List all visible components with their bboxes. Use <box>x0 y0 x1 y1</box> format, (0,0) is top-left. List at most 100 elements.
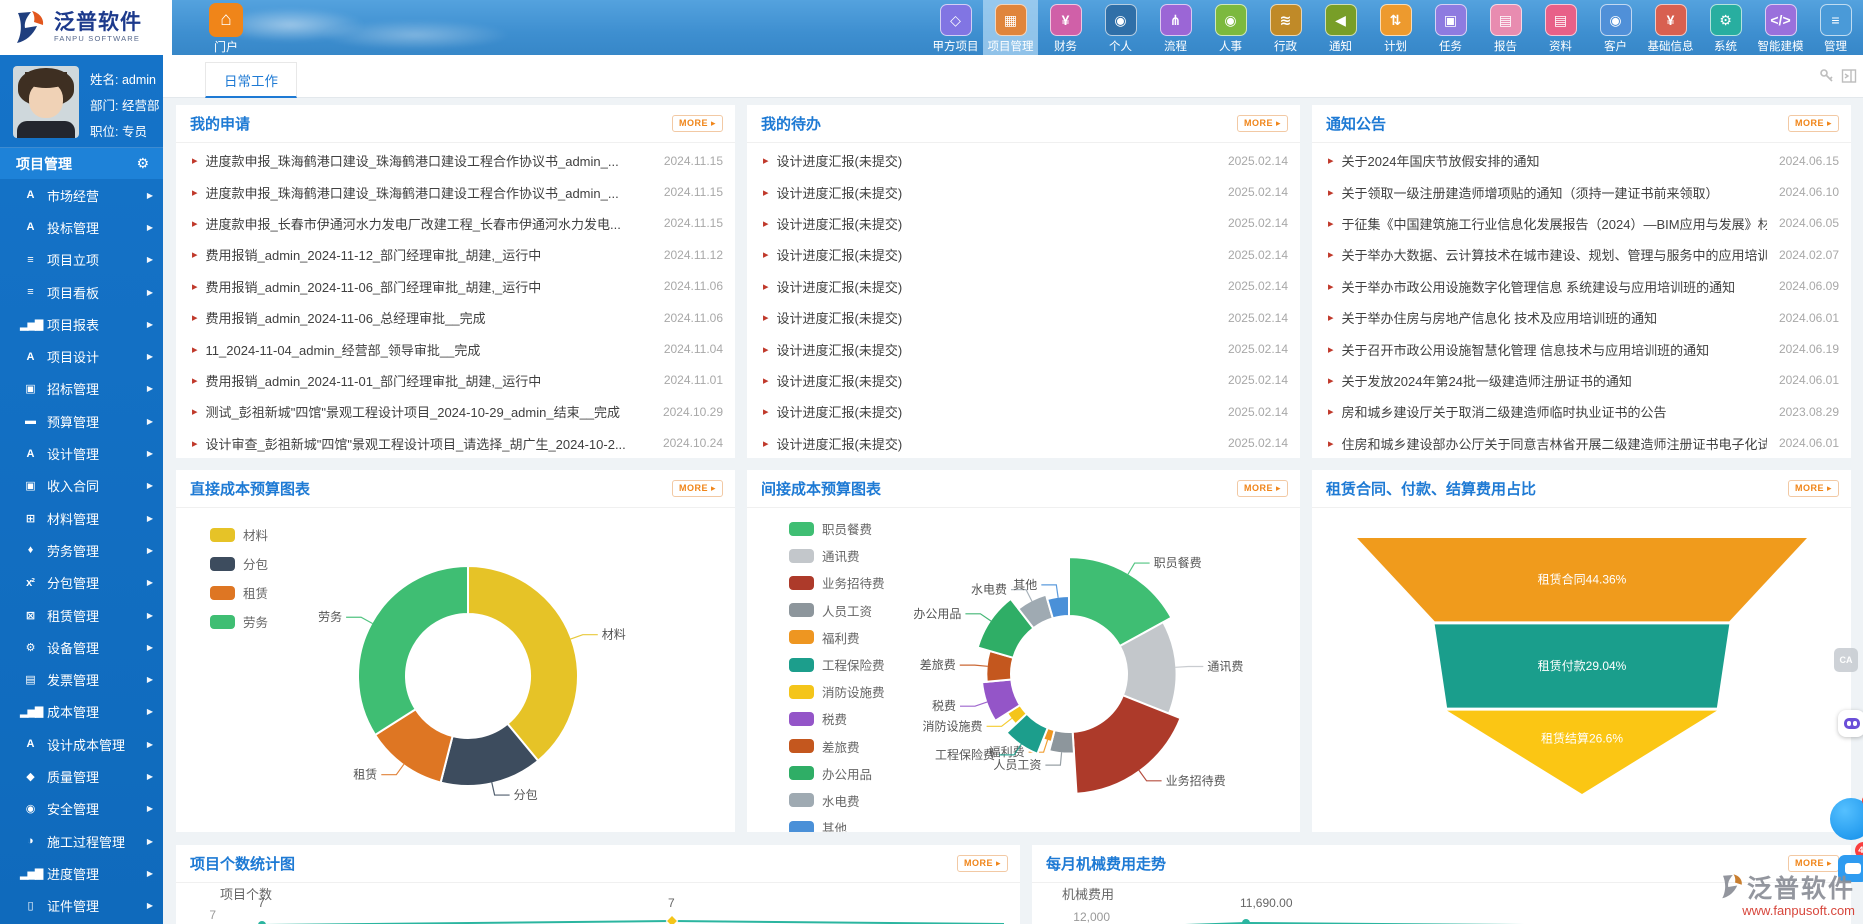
top-menu-label: 资料 <box>1549 38 1572 54</box>
sidebar-item-project-report[interactable]: ▂▅▇项目报表▶ <box>0 308 163 340</box>
list-item[interactable]: ▸费用报销_admin_2024-11-01_部门经理审批_胡建,_运行中202… <box>176 365 735 396</box>
top-menu-management[interactable]: ≡管理 <box>1808 0 1863 55</box>
certificate-management-icon: ▯ <box>20 899 40 912</box>
list-item[interactable]: ▸费用报销_admin_2024-11-12_部门经理审批_胡建,_运行中202… <box>176 239 735 270</box>
sidebar-section-header[interactable]: 项目管理 ⚙ <box>0 148 163 179</box>
list-item[interactable]: ▸设计进度汇报(未提交)2025.02.14 <box>747 302 1300 333</box>
list-item[interactable]: ▸关于举办大数据、云计算技术在城市建设、规划、管理与服务中的应用培训班...20… <box>1312 239 1851 270</box>
list-item[interactable]: ▸设计进度汇报(未提交)2025.02.14 <box>747 208 1300 239</box>
top-menu-document[interactable]: ▤资料 <box>1533 0 1588 55</box>
list-item[interactable]: ▸住房和城乡建设部办公厅关于同意吉林省开展二级建造师注册证书电子化试点...20… <box>1312 428 1851 458</box>
data-point[interactable] <box>666 915 677 924</box>
list-item[interactable]: ▸设计进度汇报(未提交)2025.02.14 <box>747 428 1300 458</box>
top-menu-party-a-project[interactable]: ◇甲方项目 <box>928 0 983 55</box>
panel-title: 租赁合同、付款、结算费用占比 <box>1326 478 1536 499</box>
assistant-widget-button[interactable] <box>1838 710 1863 737</box>
sidebar-item-cost-management[interactable]: ▂▅▇成本管理▶ <box>0 696 163 728</box>
top-menu-smart-modeling[interactable]: </>智能建模 <box>1753 0 1808 55</box>
sidebar-item-construction-process-management[interactable]: ◑施工过程管理▶ <box>0 825 163 857</box>
top-menu-finance[interactable]: ¥财务 <box>1038 0 1093 55</box>
top-menu-customer[interactable]: ◉客户 <box>1588 0 1643 55</box>
sidebar-item-certificate-management[interactable]: ▯证件管理▶ <box>0 890 163 922</box>
top-menu-administration[interactable]: ≋行政 <box>1258 0 1313 55</box>
top-menu-personal[interactable]: ◉个人 <box>1093 0 1148 55</box>
list-item[interactable]: ▸关于召开市政公用设施智慧化管理 信息技术与应用培训班的通知2024.06.19 <box>1312 333 1851 364</box>
contact-bubble-button[interactable] <box>1830 798 1863 840</box>
list-item[interactable]: ▸设计进度汇报(未提交)2025.02.14 <box>747 239 1300 270</box>
tab-daily-work[interactable]: 日常工作 <box>205 62 297 98</box>
list-item[interactable]: ▸进度款申报_珠海鹤港口建设_珠海鹤港口建设工程合作协议书_admin_...2… <box>176 176 735 207</box>
top-menu-plan[interactable]: ⇅计划 <box>1368 0 1423 55</box>
sidebar-item-bidding-management[interactable]: A投标管理▶ <box>0 211 163 243</box>
sidebar-item-material-management[interactable]: ⊞材料管理▶ <box>0 502 163 534</box>
list-item[interactable]: ▸费用报销_admin_2024-11-06_部门经理审批_胡建,_运行中202… <box>176 271 735 302</box>
sidebar-item-project-board[interactable]: ≡项目看板▶ <box>0 276 163 308</box>
list-item[interactable]: ▸关于领取一级注册建造师增项贴的通知（须持一建证书前来领取）2024.06.10 <box>1312 176 1851 207</box>
chevron-right-icon: ▶ <box>147 449 153 458</box>
list-item[interactable]: ▸于征集《中国建筑施工行业信息化发展报告（2024）—BIM应用与发展》材料..… <box>1312 208 1851 239</box>
key-icon[interactable] <box>1819 68 1835 84</box>
sidebar-item-design-cost-management[interactable]: A设计成本管理▶ <box>0 728 163 760</box>
more-button[interactable]: MORE ▸ <box>1237 115 1288 132</box>
top-menu-project-management[interactable]: ▦项目管理 <box>983 0 1038 55</box>
list-item[interactable]: ▸11_2024-11-04_admin_经营部_领导审批__完成2024.11… <box>176 333 735 364</box>
top-menu-task[interactable]: ▣任务 <box>1423 0 1478 55</box>
portal-button[interactable]: ⌂ 门户 <box>204 3 248 55</box>
list-item[interactable]: ▸费用报销_admin_2024-11-06_总经理审批__完成2024.11.… <box>176 302 735 333</box>
top-menu-hr[interactable]: ◉人事 <box>1203 0 1258 55</box>
list-item[interactable]: ▸设计进度汇报(未提交)2025.02.14 <box>747 365 1300 396</box>
more-button[interactable]: MORE ▸ <box>672 115 723 132</box>
more-button[interactable]: MORE ▸ <box>1237 480 1288 497</box>
sidebar-item-income-contract[interactable]: ▣收入合同▶ <box>0 470 163 502</box>
list-item[interactable]: ▸房和城乡建设厅关于取消二级建造师临时执业证书的公告2023.08.29 <box>1312 396 1851 427</box>
data-point[interactable] <box>1242 919 1250 924</box>
sidebar-item-market-operation[interactable]: A市场经营▶ <box>0 179 163 211</box>
ca-widget-button[interactable]: CA <box>1834 648 1858 672</box>
more-button[interactable]: MORE ▸ <box>1788 480 1839 497</box>
top-menu-notification[interactable]: ◀通知 <box>1313 0 1368 55</box>
list-item[interactable]: ▸进度款申报_珠海鹤港口建设_珠海鹤港口建设工程合作协议书_admin_...2… <box>176 145 735 176</box>
more-button[interactable]: MORE ▸ <box>957 855 1008 872</box>
more-button[interactable]: MORE ▸ <box>1788 115 1839 132</box>
top-menu-base-info[interactable]: ¥基础信息 <box>1643 0 1698 55</box>
list-item[interactable]: ▸设计进度汇报(未提交)2025.02.14 <box>747 145 1300 176</box>
sidebar-item-schedule-management[interactable]: ▂▅▇进度管理▶ <box>0 857 163 889</box>
list-item[interactable]: ▸设计进度汇报(未提交)2025.02.14 <box>747 271 1300 302</box>
sidebar-item-invoice-management[interactable]: ▤发票管理▶ <box>0 663 163 695</box>
donut-slice-劳务[interactable] <box>358 566 468 735</box>
list-item[interactable]: ▸进度款申报_长春市伊通河水力发电厂改建工程_长春市伊通河水力发电...2024… <box>176 208 735 239</box>
item-date: 2024.06.09 <box>1779 279 1839 293</box>
list-item[interactable]: ▸关于2024年国庆节放假安排的通知2024.06.15 <box>1312 145 1851 176</box>
sidebar-item-budget-management[interactable]: ▬预算管理▶ <box>0 405 163 437</box>
sidebar-item-project-initiation[interactable]: ≡项目立项▶ <box>0 244 163 276</box>
chevron-right-icon: ▶ <box>147 223 153 232</box>
list-item[interactable]: ▸设计进度汇报(未提交)2025.02.14 <box>747 333 1300 364</box>
funnel-tier-租赁结算[interactable] <box>1447 711 1717 794</box>
sidebar-item-project-design[interactable]: A项目设计▶ <box>0 340 163 372</box>
more-button[interactable]: MORE ▸ <box>672 480 723 497</box>
bullet-icon: ▸ <box>763 217 769 230</box>
list-item[interactable]: ▸关于举办住房与房地产信息化 技术及应用培训班的通知2024.06.01 <box>1312 302 1851 333</box>
list-item[interactable]: ▸设计审查_彭祖新城"四馆"景观工程设计项目_请选择_胡广生_2024-10-2… <box>176 428 735 458</box>
list-item[interactable]: ▸测试_彭祖新城"四馆"景观工程设计项目_2024-10-29_admin_结束… <box>176 396 735 427</box>
item-text: 于征集《中国建筑施工行业信息化发展报告（2024）—BIM应用与发展》材料... <box>1342 214 1767 233</box>
sidebar-item-subcontract-management[interactable]: x²分包管理▶ <box>0 567 163 599</box>
list-item[interactable]: ▸设计进度汇报(未提交)2025.02.14 <box>747 176 1300 207</box>
top-menu-system[interactable]: ⚙系统 <box>1698 0 1753 55</box>
sidebar-item-lease-management[interactable]: ⊠租赁管理▶ <box>0 599 163 631</box>
list-item[interactable]: ▸关于举办市政公用设施数字化管理信息 系统建设与应用培训班的通知2024.06.… <box>1312 271 1851 302</box>
sidebar-item-equipment-management[interactable]: ⚙设备管理▶ <box>0 631 163 663</box>
sidebar-item-tender-management[interactable]: ▣招标管理▶ <box>0 373 163 405</box>
sidebar-item-safety-management[interactable]: ◉安全管理▶ <box>0 793 163 825</box>
list-item[interactable]: ▸关于发放2024年第24批一级建造师注册证书的通知2024.06.01 <box>1312 365 1851 396</box>
gear-icon[interactable]: ⚙ <box>136 155 149 172</box>
collapse-panel-icon[interactable] <box>1841 68 1857 84</box>
sidebar-item-quality-management[interactable]: ◆质量管理▶ <box>0 760 163 792</box>
design-cost-management-icon: A <box>20 738 40 750</box>
donut-slice-材料[interactable] <box>468 566 578 761</box>
top-menu-workflow[interactable]: ⋔流程 <box>1148 0 1203 55</box>
list-item[interactable]: ▸设计进度汇报(未提交)2025.02.14 <box>747 396 1300 427</box>
sidebar-item-labor-management[interactable]: ♦劳务管理▶ <box>0 534 163 566</box>
top-menu-report[interactable]: ▤报告 <box>1478 0 1533 55</box>
sidebar-item-design-management[interactable]: A设计管理▶ <box>0 437 163 469</box>
